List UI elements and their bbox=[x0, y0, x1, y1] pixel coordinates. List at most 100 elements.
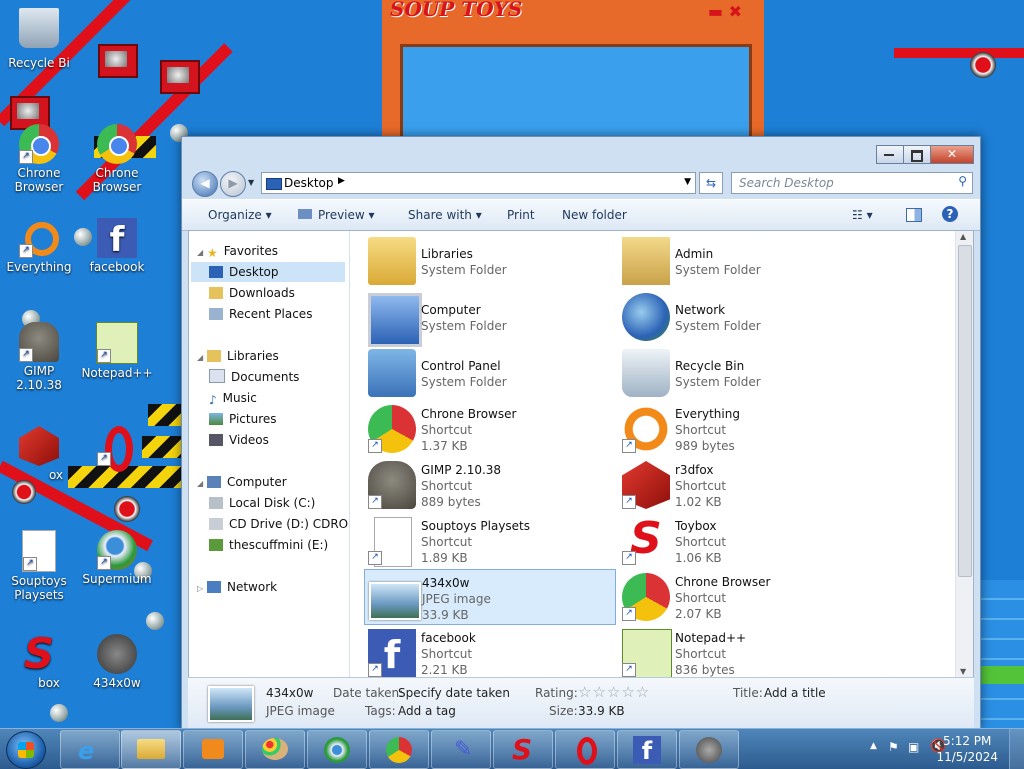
desktop-icon-notepadpp[interactable]: ↗ Notepad++ bbox=[79, 318, 155, 394]
desktop-icon-everything[interactable]: ↗ Everything bbox=[1, 214, 77, 290]
desktop-icon-opera[interactable]: ↗ bbox=[79, 422, 155, 498]
nav-documents[interactable]: Documents bbox=[209, 367, 299, 387]
forward-button[interactable]: ▶ bbox=[220, 171, 246, 197]
desktop-icon-recycle-bin[interactable]: Recycle Bi bbox=[1, 4, 77, 80]
address-breadcrumb[interactable]: Desktop bbox=[284, 176, 334, 190]
rating-stars[interactable]: ☆☆☆☆☆ bbox=[578, 683, 650, 701]
nav-network[interactable]: ▷ Network bbox=[197, 577, 277, 597]
file-item[interactable]: Control Panel System Folder bbox=[364, 345, 614, 399]
desktop-icon-gimp[interactable]: ↗ GIMP 2.10.38 bbox=[1, 318, 77, 394]
scroll-up-icon[interactable]: ▲ bbox=[960, 232, 966, 241]
taskbar-toybox[interactable]: S bbox=[493, 730, 553, 769]
toy-red-ball[interactable] bbox=[970, 52, 996, 78]
toy-ball[interactable] bbox=[50, 704, 68, 722]
close-button[interactable]: ✕ bbox=[930, 145, 974, 164]
address-bar[interactable]: Desktop ▶ ▼ bbox=[261, 172, 696, 194]
toy-blue-blocks[interactable] bbox=[980, 580, 1024, 728]
nav-pictures[interactable]: Pictures bbox=[209, 409, 277, 429]
toy-red-ball[interactable] bbox=[114, 496, 140, 522]
taskbar-chrone-browser[interactable] bbox=[369, 730, 429, 769]
toy-tv[interactable] bbox=[160, 60, 200, 94]
desktop-icon-434x0w[interactable]: 434x0w bbox=[79, 630, 155, 706]
file-item[interactable]: Network System Folder bbox=[618, 289, 868, 343]
explorer-window[interactable]: ✕ ◀ ▶ ▼ Desktop ▶ ▼ ⇆ Search Desktop ⚲ O… bbox=[181, 136, 981, 730]
souptoys-close-icon[interactable]: ▬ ✖ bbox=[708, 2, 742, 21]
nav-music[interactable]: ♪ Music bbox=[209, 388, 257, 408]
tags-field[interactable]: Add a tag bbox=[398, 704, 456, 718]
taskbar-facebook[interactable]: f bbox=[617, 730, 677, 769]
taskbar-everything[interactable]: ✎ bbox=[431, 730, 491, 769]
nav-recent-places[interactable]: Recent Places bbox=[209, 304, 312, 324]
file-item[interactable]: ↗ Notepad++ Shortcut 836 bytes bbox=[618, 625, 868, 677]
souptoys-playfield[interactable] bbox=[400, 44, 752, 146]
show-hidden-icons[interactable]: ▲ bbox=[870, 741, 877, 751]
desktop-icon-r3dfox[interactable]: ox bbox=[1, 422, 77, 498]
search-icon[interactable]: ⚲ bbox=[958, 174, 967, 188]
search-box[interactable]: Search Desktop ⚲ bbox=[731, 172, 973, 194]
nav-cd-drive[interactable]: CD Drive (D:) CDROM bbox=[209, 514, 349, 534]
file-item[interactable]: ↗ Chrone Browser Shortcut 2.07 KB bbox=[618, 569, 868, 623]
toy-green-block[interactable] bbox=[980, 666, 1024, 684]
desktop-icon-chrone-browser-2[interactable]: Chrone Browser bbox=[79, 120, 155, 196]
souptoys-window[interactable]: SOUP TOYS ▬ ✖ bbox=[382, 0, 764, 146]
file-item[interactable]: Admin System Folder bbox=[618, 233, 868, 287]
desktop-icon-chrone-browser[interactable]: ↗ Chrone Browser bbox=[1, 120, 77, 196]
scroll-down-icon[interactable]: ▼ bbox=[960, 667, 966, 676]
file-item[interactable]: f ↗ facebook Shortcut 2.21 KB bbox=[364, 625, 614, 677]
nav-favorites[interactable]: ◢ ★ Favorites bbox=[197, 241, 278, 261]
clock[interactable]: 5:12 PM 11/5/2024 bbox=[936, 733, 998, 765]
maximize-button[interactable] bbox=[903, 145, 931, 164]
taskbar-windows-explorer[interactable] bbox=[121, 730, 181, 769]
desktop-icon-souptoys-playsets[interactable]: ↗ Souptoys Playsets bbox=[1, 526, 77, 602]
file-item[interactable]: ↗ r3dfox Shortcut 1.02 KB bbox=[618, 457, 868, 511]
nav-computer[interactable]: ◢ Computer bbox=[197, 472, 287, 492]
minimize-button[interactable] bbox=[876, 145, 904, 164]
desktop-icon-facebook[interactable]: f facebook bbox=[79, 214, 155, 290]
new-folder-button[interactable]: New folder bbox=[562, 208, 627, 222]
back-button[interactable]: ◀ bbox=[192, 171, 218, 197]
toy-tv[interactable] bbox=[98, 44, 138, 78]
file-item[interactable]: Libraries System Folder bbox=[364, 233, 614, 287]
search-input[interactable]: Search Desktop bbox=[739, 176, 834, 190]
file-item[interactable]: Recycle Bin System Folder bbox=[618, 345, 868, 399]
nav-downloads[interactable]: Downloads bbox=[209, 283, 295, 303]
taskbar-supermium[interactable] bbox=[307, 730, 367, 769]
explorer-titlebar[interactable]: ✕ bbox=[182, 137, 980, 169]
nav-local-disk[interactable]: Local Disk (C:) bbox=[209, 493, 315, 513]
start-button[interactable] bbox=[6, 731, 46, 769]
file-item[interactable]: ↗ GIMP 2.10.38 Shortcut 889 bytes bbox=[364, 457, 614, 511]
action-center-flag-icon[interactable]: ⚑ bbox=[888, 740, 899, 754]
scroll-thumb[interactable] bbox=[958, 245, 972, 577]
taskbar-paint[interactable] bbox=[245, 730, 305, 769]
taskbar-opera[interactable] bbox=[555, 730, 615, 769]
file-item[interactable]: Computer System Folder bbox=[364, 289, 614, 347]
file-item[interactable]: ↗ Chrone Browser Shortcut 1.37 KB bbox=[364, 401, 614, 455]
preview-button[interactable]: Preview ▾ bbox=[298, 208, 375, 222]
organize-menu[interactable]: Organize ▾ bbox=[208, 208, 272, 222]
nav-usb-drive[interactable]: thescuffmini (E:) bbox=[209, 535, 328, 555]
file-item[interactable]: S ↗ Toybox Shortcut 1.06 KB bbox=[618, 513, 868, 567]
network-status-icon[interactable]: ▣ bbox=[908, 740, 919, 754]
desktop-icon-supermium[interactable]: ↗ Supermium bbox=[79, 526, 155, 602]
change-view-button[interactable]: ☷ ▾ bbox=[852, 208, 873, 222]
nav-desktop[interactable]: Desktop bbox=[191, 262, 345, 282]
breadcrumb-chevron-icon[interactable]: ▶ bbox=[338, 176, 345, 186]
file-item[interactable]: ↗ Souptoys Playsets Shortcut 1.89 KB bbox=[364, 513, 614, 567]
file-item[interactable]: ↗ Everything Shortcut 989 bytes bbox=[618, 401, 868, 455]
share-with-menu[interactable]: Share with ▾ bbox=[408, 208, 482, 222]
toy-red-stick[interactable] bbox=[894, 48, 1024, 58]
title-field[interactable]: Add a title bbox=[764, 686, 826, 700]
refresh-button[interactable]: ⇆ bbox=[699, 172, 723, 194]
address-dropdown-icon[interactable]: ▼ bbox=[684, 177, 691, 187]
desktop-icon-toybox[interactable]: S box bbox=[1, 630, 77, 706]
date-taken-field[interactable]: Specify date taken bbox=[398, 686, 510, 700]
show-desktop-button[interactable] bbox=[1009, 729, 1024, 769]
file-item[interactable]: 434x0w JPEG image 33.9 KB bbox=[364, 569, 616, 625]
recent-pages-dropdown[interactable]: ▼ bbox=[248, 178, 254, 187]
taskbar-media-player[interactable] bbox=[183, 730, 243, 769]
preview-pane-button[interactable] bbox=[906, 208, 922, 225]
print-button[interactable]: Print bbox=[507, 208, 535, 222]
taskbar-gimp[interactable] bbox=[679, 730, 739, 769]
taskbar-internet-explorer[interactable]: e bbox=[60, 730, 120, 769]
nav-videos[interactable]: Videos bbox=[209, 430, 269, 450]
